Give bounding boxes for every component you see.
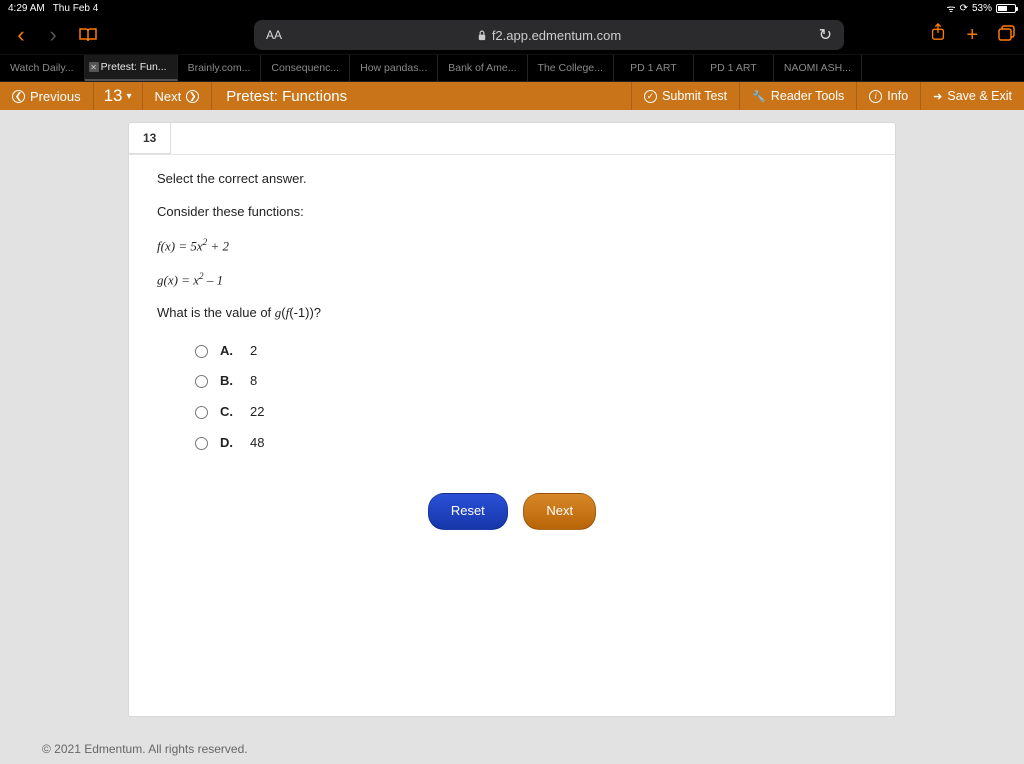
choice-value: 48 xyxy=(250,433,264,454)
next-label: Next xyxy=(155,89,182,104)
tab-close-icon[interactable]: ✕ xyxy=(89,62,99,72)
arrow-left-icon: ❮ xyxy=(12,90,25,103)
browser-tab[interactable]: The College... xyxy=(528,55,614,81)
question-selector[interactable]: 13 ▾ xyxy=(94,82,143,110)
info-button[interactable]: i Info xyxy=(856,82,920,110)
function-f: f(x) = 5x2 + 2 xyxy=(157,235,867,257)
forward-button: › xyxy=(40,22,66,48)
browser-tab[interactable]: Consequenc... xyxy=(261,55,350,81)
wifi-icon: ᯤ xyxy=(946,1,955,15)
tab-label: The College... xyxy=(538,62,603,74)
battery-pct: 53% xyxy=(972,3,992,14)
back-button[interactable]: ‹ xyxy=(8,22,34,48)
tab-label: PD 1 ART xyxy=(710,62,757,74)
choice-key: A. xyxy=(220,341,238,362)
status-date: Thu Feb 4 xyxy=(53,3,99,14)
browser-tab[interactable]: NAOMI ASH... xyxy=(774,55,862,81)
check-icon: ✓ xyxy=(644,90,657,103)
previous-label: Previous xyxy=(30,89,81,104)
question-card: 13 Select the correct answer. Consider t… xyxy=(128,122,896,717)
function-g: g(x) = x2 – 1 xyxy=(157,269,867,291)
info-icon: i xyxy=(869,90,882,103)
choice-value: 8 xyxy=(250,371,257,392)
arrow-right-icon: ❯ xyxy=(186,90,199,103)
browser-tabs: Watch Daily... ✕Pretest: Fun... Brainly.… xyxy=(0,54,1024,82)
wrench-icon: 🔧 xyxy=(752,90,766,103)
tab-label: Consequenc... xyxy=(271,62,339,74)
status-time: 4:29 AM xyxy=(8,3,45,14)
orientation-lock-icon: ⟳ xyxy=(960,3,968,14)
radio-icon[interactable] xyxy=(195,345,208,358)
battery-icon xyxy=(996,4,1016,13)
exit-icon: ➜ xyxy=(933,90,942,103)
browser-tab[interactable]: ✕Pretest: Fun... xyxy=(85,55,178,81)
next-button[interactable]: Next ❯ xyxy=(143,82,213,110)
choice-key: C. xyxy=(220,402,238,423)
browser-tab[interactable]: Brainly.com... xyxy=(178,55,262,81)
reader-aa-button[interactable]: AA xyxy=(266,28,282,42)
question-intro: Consider these functions: xyxy=(157,202,867,223)
tab-label: Pretest: Fun... xyxy=(101,61,167,73)
save-exit-button[interactable]: ➜ Save & Exit xyxy=(920,82,1024,110)
status-bar: 4:29 AM Thu Feb 4 ᯤ ⟳ 53% xyxy=(0,0,1024,16)
tabs-icon[interactable] xyxy=(998,24,1016,47)
question-prompt: Select the correct answer. xyxy=(157,169,867,190)
chevron-down-icon: ▾ xyxy=(127,91,132,102)
browser-tab[interactable]: PD 1 ART xyxy=(694,55,774,81)
url-bar[interactable]: AA f2.app.edmentum.com ↻ xyxy=(254,20,844,50)
choice-key: D. xyxy=(220,433,238,454)
choice-c[interactable]: C. 22 xyxy=(195,397,867,428)
browser-nav-bar: ‹ › AA f2.app.edmentum.com ↻ + xyxy=(0,16,1024,54)
reader-tools-button[interactable]: 🔧 Reader Tools xyxy=(739,82,856,110)
choice-a[interactable]: A. 2 xyxy=(195,336,867,367)
question-number-badge: 13 xyxy=(129,123,171,154)
choice-d[interactable]: D. 48 xyxy=(195,428,867,459)
browser-tab[interactable]: How pandas... xyxy=(350,55,438,81)
answer-choices: A. 2 B. 8 C. 22 D. 48 xyxy=(195,336,867,459)
new-tab-icon[interactable]: + xyxy=(966,24,978,47)
choice-key: B. xyxy=(220,371,238,392)
next-question-button[interactable]: Next xyxy=(523,493,596,530)
tab-label: Watch Daily... xyxy=(10,62,74,74)
radio-icon[interactable] xyxy=(195,375,208,388)
submit-label: Submit Test xyxy=(662,89,727,103)
question-ask: What is the value of g(f(-1))? xyxy=(157,303,867,324)
tab-label: Brainly.com... xyxy=(188,62,251,74)
share-icon[interactable] xyxy=(930,23,946,47)
choice-b[interactable]: B. 8 xyxy=(195,366,867,397)
browser-tab[interactable]: Watch Daily... xyxy=(0,55,85,81)
bookmarks-icon[interactable] xyxy=(78,27,98,43)
lock-icon xyxy=(477,30,487,41)
browser-tab[interactable]: PD 1 ART xyxy=(614,55,694,81)
tab-label: NAOMI ASH... xyxy=(784,62,851,74)
tab-label: PD 1 ART xyxy=(630,62,677,74)
tab-label: Bank of Ame... xyxy=(448,62,516,74)
tab-label: How pandas... xyxy=(360,62,427,74)
choice-value: 22 xyxy=(250,402,264,423)
footer-copyright: © 2021 Edmentum. All rights reserved. xyxy=(42,742,248,756)
reset-button[interactable]: Reset xyxy=(428,493,508,530)
choice-value: 2 xyxy=(250,341,257,362)
content-area: 13 Select the correct answer. Consider t… xyxy=(0,110,1024,764)
reader-label: Reader Tools xyxy=(771,89,844,103)
info-label: Info xyxy=(887,89,908,103)
submit-test-button[interactable]: ✓ Submit Test xyxy=(631,82,739,110)
url-text: f2.app.edmentum.com xyxy=(492,28,621,43)
current-question-number: 13 xyxy=(104,86,123,106)
app-toolbar: ❮ Previous 13 ▾ Next ❯ Pretest: Function… xyxy=(0,82,1024,110)
reload-button[interactable]: ↻ xyxy=(819,25,832,45)
radio-icon[interactable] xyxy=(195,437,208,450)
radio-icon[interactable] xyxy=(195,406,208,419)
page-title: Pretest: Functions xyxy=(212,88,361,105)
browser-tab[interactable]: Bank of Ame... xyxy=(438,55,527,81)
save-exit-label: Save & Exit xyxy=(947,89,1012,103)
previous-button[interactable]: ❮ Previous xyxy=(0,82,94,110)
